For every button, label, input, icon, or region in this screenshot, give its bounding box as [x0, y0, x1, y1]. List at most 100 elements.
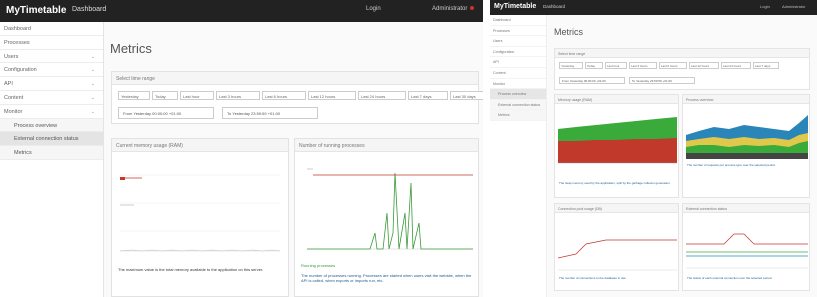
area-red	[558, 138, 677, 163]
login-link[interactable]: Login	[366, 6, 381, 12]
nav-dashboard[interactable]: Dashboard	[72, 6, 106, 13]
memory-header: Current memory usage (RAM)	[112, 139, 288, 152]
right-time-range-button[interactable]: Last 6 hours	[659, 62, 687, 69]
sidebar-item[interactable]: API ⌄	[0, 77, 103, 91]
sidebar-item-label: Content	[4, 94, 24, 101]
right-sidebar-item[interactable]: Process overview	[490, 89, 546, 100]
right-brand-logo[interactable]: MyTimetable	[494, 3, 536, 10]
from-label: From	[123, 111, 133, 116]
right-time-range-button[interactable]: Last 7 days	[753, 62, 779, 69]
user-menu[interactable]: Administrator	[432, 6, 475, 12]
right-login-link[interactable]: Login	[760, 4, 770, 9]
time-range-header: Select time range	[112, 72, 478, 85]
user-name: Administrator	[432, 6, 468, 12]
db-series	[557, 239, 677, 259]
chevron-down-icon: ⌄	[90, 81, 95, 88]
sidebar-item[interactable]: Metrics	[0, 146, 103, 160]
x-tick-label	[559, 165, 560, 169]
right-time-range-button[interactable]: Last 12 hours	[689, 62, 719, 69]
sidebar-item-label: Metrics	[14, 150, 32, 157]
right-sidebar-item[interactable]: Users	[490, 36, 546, 47]
sidebar-item[interactable]: Users ⌄	[0, 50, 103, 64]
right-to-field[interactable]: To Yesterday 23:59:59 +01:00	[629, 77, 695, 84]
right-time-range-button[interactable]: Last 24 hours	[721, 62, 751, 69]
memory-chart	[119, 174, 281, 252]
time-range-button[interactable]: Yesterday	[118, 91, 150, 100]
right-card-title: Memory usage (RAM)	[555, 95, 678, 104]
to-label: To	[227, 111, 232, 116]
series-marker	[120, 177, 125, 180]
right-sidebar-item[interactable]: External connection status	[490, 99, 546, 111]
sidebar-item[interactable]: Dashboard	[0, 22, 103, 36]
right-ext-card: External connection status The status of…	[682, 203, 810, 291]
area-dark	[686, 153, 808, 159]
right-user-menu[interactable]: Administrator	[782, 4, 806, 9]
sidebar-item-label: External connection status	[14, 136, 79, 143]
sidebar-item[interactable]: Configuration ⌄	[0, 63, 103, 78]
right-process-card: Process overview The number of requests …	[682, 94, 810, 198]
time-range-button[interactable]: Last 24 hours	[358, 91, 406, 100]
right-sidebar-item[interactable]: Dashboard	[490, 15, 546, 26]
sidebar: Dashboard Processes Users ⌄ Configuration ⌄ AP…	[0, 22, 104, 297]
right-memory-card: Memory usage (RAM) The heap memory used …	[554, 94, 679, 198]
sidebar-item-label: Monitor	[4, 108, 23, 115]
right-nav-dashboard[interactable]: Dashboard	[543, 4, 565, 9]
right-sidebar-item[interactable]: Content	[490, 68, 546, 79]
brand-logo[interactable]: MyTimetable	[6, 5, 66, 16]
right-sidebar-item[interactable]: Configuration	[490, 47, 546, 58]
sidebar-item[interactable]: Monitor ⌄	[0, 105, 103, 119]
sidebar-item[interactable]: External connection status	[0, 132, 103, 147]
right-ext-chart	[686, 233, 808, 269]
right-process-chart	[686, 115, 808, 159]
time-range-button[interactable]: Last hour	[180, 91, 214, 100]
sidebar-item-label: Processes	[4, 39, 30, 46]
right-db-card: Connection pool usage (DB) The number of…	[554, 203, 679, 291]
sidebar-item-label: Dashboard	[4, 26, 31, 32]
right-sidebar-item[interactable]: Monitor	[490, 79, 546, 90]
time-range-button[interactable]: Last 6 hours	[262, 91, 306, 100]
processes-note: The number of processes running. Process…	[301, 273, 472, 283]
time-range-button[interactable]: Today	[152, 91, 178, 100]
right-card-title: Process overview	[683, 95, 809, 104]
from-field[interactable]: From Yesterday 00:00:00 +01:00	[118, 107, 214, 119]
from-value: Yesterday 00:00:00 +01:00	[133, 111, 182, 116]
to-field[interactable]: To Yesterday 23:59:59 +01:00	[222, 107, 318, 119]
time-range-button[interactable]: Last 7 days	[408, 91, 448, 100]
right-sidebar-item[interactable]: API	[490, 57, 546, 68]
time-range-button[interactable]: Last 30 days	[450, 91, 483, 100]
right-card-title: Connection pool usage (DB)	[555, 204, 678, 213]
right-card-title: External connection status	[683, 204, 809, 213]
time-range-button[interactable]: Last 12 hours	[308, 91, 356, 100]
ext-series-red	[686, 233, 808, 245]
processes-chart	[307, 168, 473, 250]
right-sidebar-item[interactable]: Metrics	[490, 110, 546, 121]
sidebar-item-label: Configuration	[4, 67, 37, 74]
chevron-down-icon: ⌄	[90, 108, 95, 115]
chevron-down-icon: ⌄	[90, 53, 95, 60]
right-db-chart	[557, 239, 677, 271]
to-value: Yesterday 23:59:59 +01:00	[232, 111, 281, 116]
time-range-button[interactable]: Last 3 hours	[216, 91, 260, 100]
memory-note: The maximum value is the total memory av…	[118, 267, 264, 272]
right-time-range-button[interactable]: Last hour	[605, 62, 627, 69]
right-from-field[interactable]: From Yesterday 00:00:00 +01:00	[559, 77, 625, 84]
right-time-range-button[interactable]: Today	[585, 62, 603, 69]
right-card-note: The heap memory used by the application,…	[559, 181, 671, 185]
sidebar-item[interactable]: Content ⌄	[0, 91, 103, 105]
top-navbar: MyTimetable Dashboard Login Administrato…	[0, 0, 483, 22]
main-content: Metrics Select time range Yesterday Today…	[104, 22, 483, 297]
right-sidebar-item[interactable]: Processes	[490, 26, 546, 37]
processes-header: Number of running processes	[295, 139, 478, 152]
sidebar-item[interactable]: Process overview	[0, 118, 103, 133]
right-time-range-button[interactable]: Last 3 hours	[629, 62, 657, 69]
right-time-range-button[interactable]: Yesterday	[559, 62, 583, 69]
processes-card: Number of running processes Running proc…	[294, 138, 479, 297]
processes-series	[307, 172, 473, 250]
page-title: Metrics	[110, 41, 152, 56]
sidebar-item-label: Process overview	[14, 122, 58, 129]
left-screenshot: MyTimetable Dashboard Login Administrato…	[0, 0, 483, 297]
sidebar-item[interactable]: Processes	[0, 36, 103, 50]
processes-legend: Running processes	[301, 263, 336, 268]
right-card-note: The status of each external connection o…	[687, 276, 773, 280]
right-time-range-card: Select time range Yesterday Today Last hou…	[554, 48, 810, 90]
